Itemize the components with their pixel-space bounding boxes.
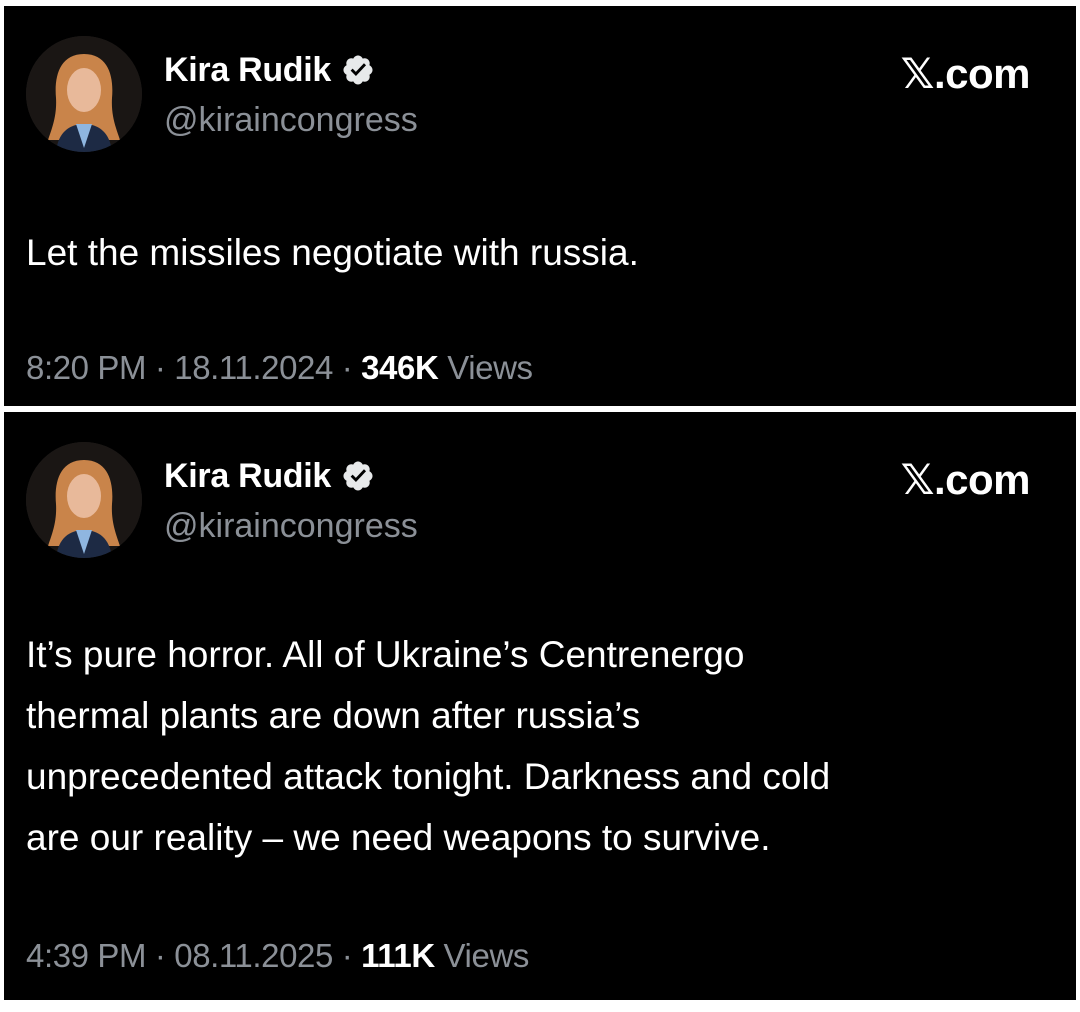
tweet-text: Let the missiles negotiate with russia. bbox=[26, 232, 639, 273]
meta-separator: · bbox=[332, 937, 362, 974]
tweet-meta: 8:20 PM · 18.11.2024 · 346K Views bbox=[26, 348, 533, 388]
verified-badge-icon bbox=[343, 55, 373, 85]
author-name-row[interactable]: Kira Rudik bbox=[164, 456, 375, 496]
views-label: Views bbox=[443, 937, 530, 974]
author-handle[interactable]: @kiraincongress bbox=[164, 100, 418, 140]
tweet-text: It’s pure horror. All of Ukraine’s Centr… bbox=[26, 634, 831, 858]
avatar[interactable] bbox=[26, 36, 142, 152]
verified-badge-icon bbox=[343, 461, 373, 491]
tweet-card[interactable]: Kira Rudik @kiraincongress 𝕏.com It’s pu… bbox=[4, 412, 1076, 1000]
tweet-date[interactable]: 18.11.2024 bbox=[174, 349, 333, 386]
tweet-card[interactable]: Kira Rudik @kiraincongress 𝕏.com Let the… bbox=[4, 6, 1076, 406]
tweet-date[interactable]: 08.11.2025 bbox=[174, 937, 333, 974]
author-name[interactable]: Kira Rudik bbox=[164, 456, 331, 496]
avatar-portrait-icon bbox=[26, 442, 142, 558]
tweet-time[interactable]: 4:39 PM bbox=[26, 937, 147, 974]
meta-separator: · bbox=[332, 349, 362, 386]
x-brand-logo: 𝕏.com bbox=[900, 50, 1031, 97]
views-label: Views bbox=[447, 349, 533, 386]
author-handle[interactable]: @kiraincongress bbox=[164, 506, 418, 546]
views-count[interactable]: 111K bbox=[361, 937, 435, 974]
tweet-meta: 4:39 PM · 08.11.2025 · 111K Views bbox=[26, 936, 529, 976]
x-brand-logo: 𝕏.com bbox=[900, 456, 1031, 503]
author-name-row[interactable]: Kira Rudik bbox=[164, 50, 375, 90]
avatar-portrait-icon bbox=[26, 36, 142, 152]
meta-separator: · bbox=[146, 937, 175, 974]
views-count[interactable]: 346K bbox=[361, 349, 439, 386]
tweet-time[interactable]: 8:20 PM bbox=[26, 349, 147, 386]
meta-separator: · bbox=[146, 349, 175, 386]
avatar[interactable] bbox=[26, 442, 142, 558]
author-name[interactable]: Kira Rudik bbox=[164, 50, 331, 90]
